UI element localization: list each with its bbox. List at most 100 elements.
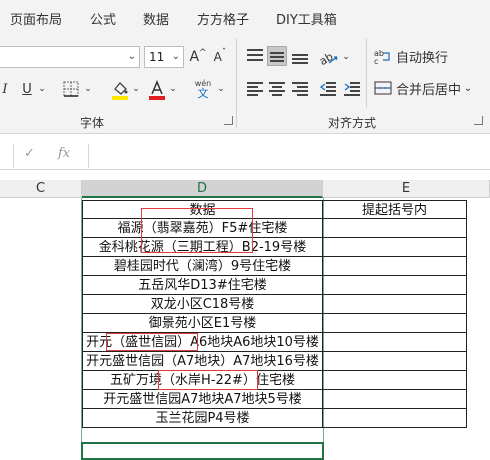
alignment-dialog-launcher-icon[interactable] <box>474 116 483 125</box>
ribbon-home: ⌄ 11 ⌄ A ^ Aˇ I U ⌄ ⌄ ⌄ ⌄ wén 文 ⌄ 字体 ab … <box>0 34 490 134</box>
fill-color-dropdown[interactable]: ⌄ <box>130 78 142 100</box>
data-cell[interactable]: 五岳风华D13#住宅楼 <box>82 276 323 295</box>
align-top-button[interactable] <box>245 46 265 66</box>
font-size-value: 11 <box>149 50 165 64</box>
chevron-down-icon: ⌄ <box>171 51 180 62</box>
active-cell[interactable] <box>81 442 324 460</box>
font-color-button[interactable] <box>147 78 167 102</box>
header-cell-extract[interactable]: 提起括号内 <box>323 200 467 219</box>
merge-center-label: 合并后居中 <box>396 82 462 98</box>
grow-font-icon: A <box>189 49 200 65</box>
phonetic-button[interactable]: wén 文 <box>191 76 215 102</box>
ribbon-tabs: 页面布局 公式 数据 方方格子 DIY工具箱 <box>0 0 490 34</box>
font-group-label: 字体 <box>80 116 105 130</box>
worksheet-grid[interactable]: 数据 提起括号内 福源（翡翠嘉苑）F5#住宅楼 金科桃花源（三期工程）B2-19号楼碧… <box>0 198 490 460</box>
column-header-c[interactable]: C <box>0 180 82 198</box>
data-cell[interactable]: 开元盛世信园（A7地块）A7地块16号楼 <box>82 352 323 371</box>
grow-font-button[interactable]: A ^ <box>188 46 208 68</box>
group-separator <box>236 38 237 128</box>
align-center-button[interactable] <box>267 78 287 98</box>
extract-cell[interactable] <box>323 352 467 371</box>
column-header-d[interactable]: D <box>82 180 323 198</box>
extract-cell[interactable] <box>323 295 467 314</box>
underline-dropdown[interactable]: ⌄ <box>36 78 48 100</box>
extract-cell[interactable] <box>323 409 467 428</box>
extract-cell[interactable] <box>323 238 467 257</box>
formula-input[interactable] <box>88 144 490 168</box>
tab-fangfang[interactable]: 方方格子 <box>197 9 249 28</box>
extract-cell[interactable] <box>323 390 467 409</box>
orientation-dropdown[interactable]: ⌄ <box>340 46 352 68</box>
svg-text:c: c <box>374 57 378 64</box>
alignment-group-label: 对齐方式 <box>328 116 377 130</box>
data-cell[interactable]: 五矿万境（水岸H-22#）住宅楼 <box>82 371 323 390</box>
name-box[interactable] <box>0 144 14 168</box>
data-cell[interactable]: 开元（盛世信园）A6地块A6地块10号楼 <box>82 333 323 352</box>
arrow-right-icon <box>344 83 351 91</box>
extract-cell[interactable] <box>323 219 467 238</box>
data-cell[interactable]: 双龙小区C18号楼 <box>82 295 323 314</box>
tab-formulas[interactable]: 公式 <box>90 9 116 28</box>
italic-button[interactable]: I <box>0 78 12 100</box>
wrap-text-icon: abc <box>374 49 390 64</box>
arrow-left-icon <box>319 83 326 91</box>
data-cell[interactable]: 开元盛世信园A7地块A7地块5号楼 <box>82 390 323 409</box>
data-cell[interactable]: 金科桃花源（三期工程）B2-19号楼 <box>82 238 323 257</box>
underline-button[interactable]: U <box>18 78 36 100</box>
font-name-combo[interactable]: ⌄ <box>0 46 140 68</box>
extract-cell[interactable] <box>323 314 467 333</box>
formula-gap <box>0 170 490 180</box>
align-right-button[interactable] <box>290 78 310 98</box>
chevron-down-icon: ⌄ <box>38 84 46 94</box>
fill-color-button[interactable] <box>110 78 130 102</box>
chevron-down-icon: ⌄ <box>463 82 473 94</box>
data-cell[interactable]: 福源（翡翠嘉苑）F5#住宅楼 <box>82 219 323 238</box>
phonetic-bottom: 文 <box>197 87 209 100</box>
chevron-down-icon: ⌄ <box>342 52 350 62</box>
decrease-indent-button[interactable] <box>318 78 338 98</box>
align-left-button[interactable] <box>245 78 265 98</box>
merge-cells-icon <box>374 81 392 95</box>
align-middle-button[interactable] <box>267 46 287 66</box>
borders-button[interactable] <box>62 80 80 98</box>
extract-cell[interactable] <box>323 371 467 390</box>
font-color-icon <box>149 80 165 100</box>
header-cell-data[interactable]: 数据 <box>82 200 323 219</box>
underline-icon: U <box>22 81 32 97</box>
shrink-font-button[interactable]: Aˇ <box>210 46 230 68</box>
insert-function-icon[interactable]: fx <box>58 146 70 161</box>
chevron-down-icon: ⌄ <box>217 84 225 94</box>
phonetic-dropdown[interactable]: ⌄ <box>215 78 227 100</box>
extract-cell[interactable] <box>323 333 467 352</box>
cancel-entry-icon[interactable]: ✓ <box>24 146 35 161</box>
data-cell[interactable]: 玉兰花园P4号楼 <box>82 409 323 428</box>
borders-dropdown[interactable]: ⌄ <box>82 78 94 100</box>
paint-bucket-icon <box>112 82 128 100</box>
group-separator <box>366 38 367 108</box>
chevron-down-icon: ⌄ <box>132 84 140 94</box>
extract-cell[interactable] <box>323 276 467 295</box>
increase-indent-button[interactable] <box>342 78 362 98</box>
font-size-combo[interactable]: 11 ⌄ <box>144 46 184 68</box>
shrink-font-icon: A <box>213 50 222 64</box>
tab-page-layout[interactable]: 页面布局 <box>10 9 62 28</box>
merge-center-dropdown[interactable]: ⌄ <box>462 76 474 100</box>
italic-icon: I <box>2 81 8 97</box>
chevron-down-icon: ⌄ <box>169 84 177 94</box>
font-dialog-launcher-icon[interactable] <box>224 116 233 125</box>
formula-bar: ✓ fx <box>0 142 490 170</box>
tab-diy-toolbox[interactable]: DIY工具箱 <box>276 9 337 28</box>
merge-center-button[interactable]: 合并后居中 <box>374 76 474 100</box>
svg-text:ab: ab <box>319 50 335 66</box>
orientation-button[interactable]: ab <box>318 46 340 68</box>
data-cell[interactable]: 碧桂园时代（澜湾）9号住宅楼 <box>82 257 323 276</box>
data-cell[interactable]: 御景苑小区E1号楼 <box>82 314 323 333</box>
font-color-dropdown[interactable]: ⌄ <box>167 78 179 100</box>
align-bottom-button[interactable] <box>290 46 310 66</box>
tab-data[interactable]: 数据 <box>143 9 169 28</box>
wrap-text-button[interactable]: ab c 自动换行 <box>374 44 450 68</box>
extract-cell[interactable] <box>323 257 467 276</box>
orientation-icon: ab <box>319 50 338 66</box>
wrap-text-label: 自动换行 <box>396 50 449 66</box>
column-header-e[interactable]: E <box>323 180 490 198</box>
